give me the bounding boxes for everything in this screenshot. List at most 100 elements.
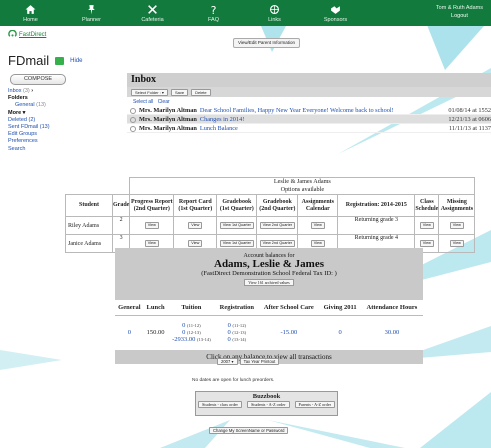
message-row[interactable]: Mrs. Marilyn Altman Dear School Families… xyxy=(127,106,491,115)
view-gradebook-2-button[interactable]: View 2nd Quarter xyxy=(259,240,296,247)
view-schedule-button[interactable]: View xyxy=(419,240,434,247)
mail-icon[interactable] xyxy=(55,56,65,65)
year-select-value: 2007 xyxy=(221,359,231,364)
save-button[interactable]: Save xyxy=(170,88,189,96)
message-subject[interactable]: Changes in 2014! xyxy=(200,115,446,123)
nav-sponsors[interactable]: Sponsors xyxy=(305,0,366,26)
sidebar-item-edit-groups[interactable]: Edit Groups xyxy=(8,131,50,138)
tuition-value[interactable]: -2933.00 (13-14) xyxy=(168,336,214,343)
col-assignments: Assignments Calendar xyxy=(297,194,339,217)
lunch-balance[interactable]: 150.00 xyxy=(144,316,168,350)
sidebar-item-general[interactable]: General (13) xyxy=(8,102,50,109)
col-after-school: After School Care xyxy=(258,300,320,316)
globe-icon xyxy=(269,4,280,14)
sidebar-item-more[interactable]: More ▾ xyxy=(8,110,50,117)
student-name: Riley Adams xyxy=(65,216,113,235)
view-schedule-button[interactable]: View xyxy=(419,222,434,229)
tuition-value[interactable]: 0 (11-12) xyxy=(168,322,214,329)
student-name: Janice Adams xyxy=(65,234,113,253)
nav-faq[interactable]: ? FAQ xyxy=(183,0,244,26)
giving-balance[interactable]: 0 xyxy=(319,316,360,350)
registration-status[interactable]: Returning grade 3 xyxy=(337,216,416,235)
select-folder-dropdown[interactable]: Select Folder : ▾ xyxy=(131,88,168,96)
nav-planner[interactable]: Planner xyxy=(61,0,122,26)
nav-faq-label: FAQ xyxy=(207,16,219,23)
registration-value[interactable]: 0 (11-12) xyxy=(216,322,257,329)
inbox-link-label: Inbox xyxy=(8,88,22,94)
message-row[interactable]: Mrs. Marilyn Altman Changes in 2014! 12/… xyxy=(127,115,491,124)
hide-link[interactable]: Hide xyxy=(70,58,82,64)
message-checkbox[interactable] xyxy=(130,107,136,114)
fastdirect-logo[interactable]: FastDirect xyxy=(8,30,46,39)
dropdown-arrow-icon: ▾ xyxy=(161,89,164,95)
sidebar-item-preferences[interactable]: Preferences xyxy=(8,138,50,145)
logout-link[interactable]: Logout xyxy=(436,12,483,20)
col-class-schedule: Class Schedule xyxy=(414,194,440,217)
view-report-card-button[interactable]: View xyxy=(188,240,203,247)
change-password-button[interactable]: Change My ScreenName or Password xyxy=(209,427,289,434)
delete-button[interactable]: Delete xyxy=(191,88,211,96)
view-edit-parent-button[interactable]: View/Edit Parent Information xyxy=(233,38,300,48)
message-checkbox[interactable] xyxy=(130,116,136,123)
col-missing: Missing Assignments xyxy=(438,194,476,217)
parents-az-order-button[interactable]: Parents - A-Z order xyxy=(294,401,335,408)
view-gradebook-1-button[interactable]: View 1st Quarter xyxy=(219,222,254,229)
tuition-value[interactable]: 0 (12-13) xyxy=(168,329,214,336)
user-name: Tom & Ruth Adams xyxy=(435,5,483,11)
nav-home-label: Home xyxy=(23,16,38,23)
students-class-order-button[interactable]: Students - class order xyxy=(198,401,242,408)
message-subject[interactable]: Lunch Balance xyxy=(200,124,447,132)
compose-button[interactable]: COMPOSE xyxy=(10,74,66,85)
message-checkbox[interactable] xyxy=(130,125,136,132)
general-count: (13) xyxy=(36,102,46,109)
attendance-balance[interactable]: 30.00 xyxy=(361,316,423,350)
inbox-count: (3) xyxy=(23,88,30,94)
nav-cafeteria[interactable]: Cafeteria xyxy=(122,0,183,26)
col-grade: Grade xyxy=(111,194,131,217)
dropdown-arrow-icon: ▾ xyxy=(231,359,234,364)
sidebar-item-sent[interactable]: Sent FDmail (13) xyxy=(8,124,50,131)
view-assignments-button[interactable]: View xyxy=(310,222,325,229)
svg-text:?: ? xyxy=(211,4,217,15)
year-select[interactable]: 2007 ▾ xyxy=(217,358,238,365)
options-caption: Leslie & James Adams Options available xyxy=(129,177,476,195)
account-balances: Account balances for Adams, Leslie & Jam… xyxy=(115,248,423,364)
sidebar-item-search[interactable]: Search xyxy=(8,146,50,153)
view-missing-button[interactable]: View xyxy=(449,240,464,247)
select-all-link[interactable]: Select all xyxy=(133,99,153,105)
sidebar-item-inbox[interactable]: Inbox (3) › xyxy=(8,88,50,95)
view-progress-button[interactable]: View xyxy=(144,240,159,247)
message-from: Mrs. Marilyn Altman xyxy=(139,107,197,114)
message-from: Mrs. Marilyn Altman xyxy=(139,116,197,123)
archived-values-button[interactable]: View 161 archived values xyxy=(244,279,294,286)
message-row[interactable]: Mrs. Marilyn Altman Lunch Balance 11/11/… xyxy=(127,124,491,133)
general-balance[interactable]: 0 xyxy=(115,316,144,350)
after-school-balance[interactable]: -15.00 xyxy=(258,316,319,350)
view-missing-button[interactable]: View xyxy=(449,222,464,229)
logo-icon xyxy=(8,30,17,37)
nav-home[interactable]: Home xyxy=(0,0,61,26)
tuition-amount: 0 xyxy=(182,322,186,330)
students-az-order-button[interactable]: Students - A-Z order xyxy=(246,401,290,408)
message-subject[interactable]: Dear School Families, Happy New Year Eve… xyxy=(200,106,446,114)
col-report-card: Report Card (1st Quarter) xyxy=(173,194,218,217)
col-lunch: Lunch xyxy=(143,300,168,316)
tax-printout-button[interactable]: Tax Year Printout xyxy=(239,358,280,365)
registration-value[interactable]: 0 (13-14) xyxy=(216,336,257,343)
tuition-years: (13-14) xyxy=(196,337,211,343)
nav-links[interactable]: Links xyxy=(244,0,305,26)
view-gradebook-2-button[interactable]: View 2nd Quarter xyxy=(259,222,296,229)
view-progress-button[interactable]: View xyxy=(144,222,159,229)
view-report-card-button[interactable]: View xyxy=(188,222,203,229)
sidebar-item-deleted[interactable]: Deleted (2) xyxy=(8,117,50,124)
message-from: Mrs. Marilyn Altman xyxy=(139,125,197,132)
pin-icon xyxy=(88,4,95,14)
balances-table: General Lunch Tuition Registration After… xyxy=(115,300,423,350)
view-assignments-button[interactable]: View xyxy=(310,240,325,247)
registration-value[interactable]: 0 (12-13) xyxy=(216,329,257,336)
nav-planner-label: Planner xyxy=(82,16,101,23)
question-icon: ? xyxy=(211,4,217,15)
clear-link[interactable]: Clear xyxy=(158,99,170,105)
options-available-label: Options available xyxy=(280,186,325,193)
view-gradebook-1-button[interactable]: View 1st Quarter xyxy=(219,240,254,247)
